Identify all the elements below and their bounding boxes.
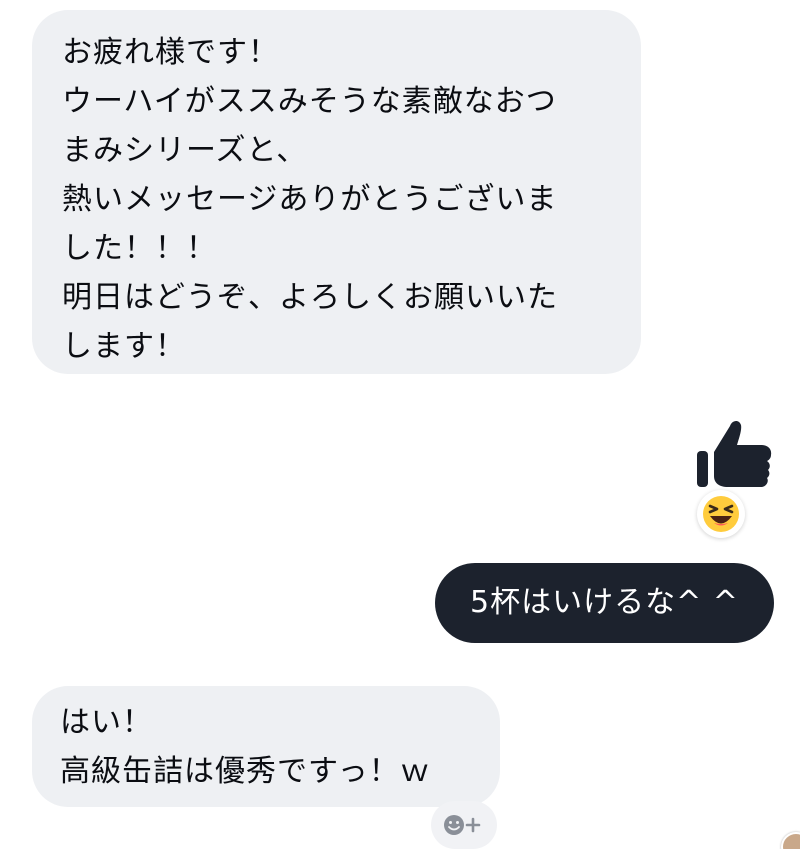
smiley-plus-icon xyxy=(444,815,481,835)
chat-thread: お疲れ様です！ ウーハイがススみそうな素敵なおつ まみシリーズと、 熱いメッセー… xyxy=(0,0,800,849)
message-line: まみシリーズと、 xyxy=(62,133,308,168)
message-line: はい！ xyxy=(60,705,153,740)
message-line: 高級缶詰は優秀ですっ！ｗ xyxy=(60,754,431,789)
message-line: 明日はどうぞ、よろしくお願いいた xyxy=(62,280,558,315)
avatar xyxy=(781,832,800,849)
message-line: 熱いメッセージありがとうございま xyxy=(62,182,558,217)
message-line: した！！！ xyxy=(62,231,217,266)
message-text: 5杯はいけるな^ ^ xyxy=(470,585,739,620)
incoming-message-bubble[interactable]: お疲れ様です！ ウーハイがススみそうな素敵なおつ まみシリーズと、 熱いメッセー… xyxy=(32,10,641,374)
message-line: します！ xyxy=(62,329,186,364)
outgoing-message-bubble[interactable]: 5杯はいけるな^ ^ xyxy=(435,563,774,643)
incoming-message-bubble[interactable]: はい！ 高級缶詰は優秀ですっ！ｗ xyxy=(32,686,500,807)
message-line: ウーハイがススみそうな素敵なおつ xyxy=(62,84,557,119)
laughing-squint-icon xyxy=(703,496,739,532)
add-reaction-button[interactable] xyxy=(431,801,497,849)
laughing-emoji-reaction[interactable] xyxy=(697,490,745,538)
message-line: お疲れ様です！ xyxy=(62,35,279,70)
thumbs-up-icon[interactable] xyxy=(694,414,776,496)
